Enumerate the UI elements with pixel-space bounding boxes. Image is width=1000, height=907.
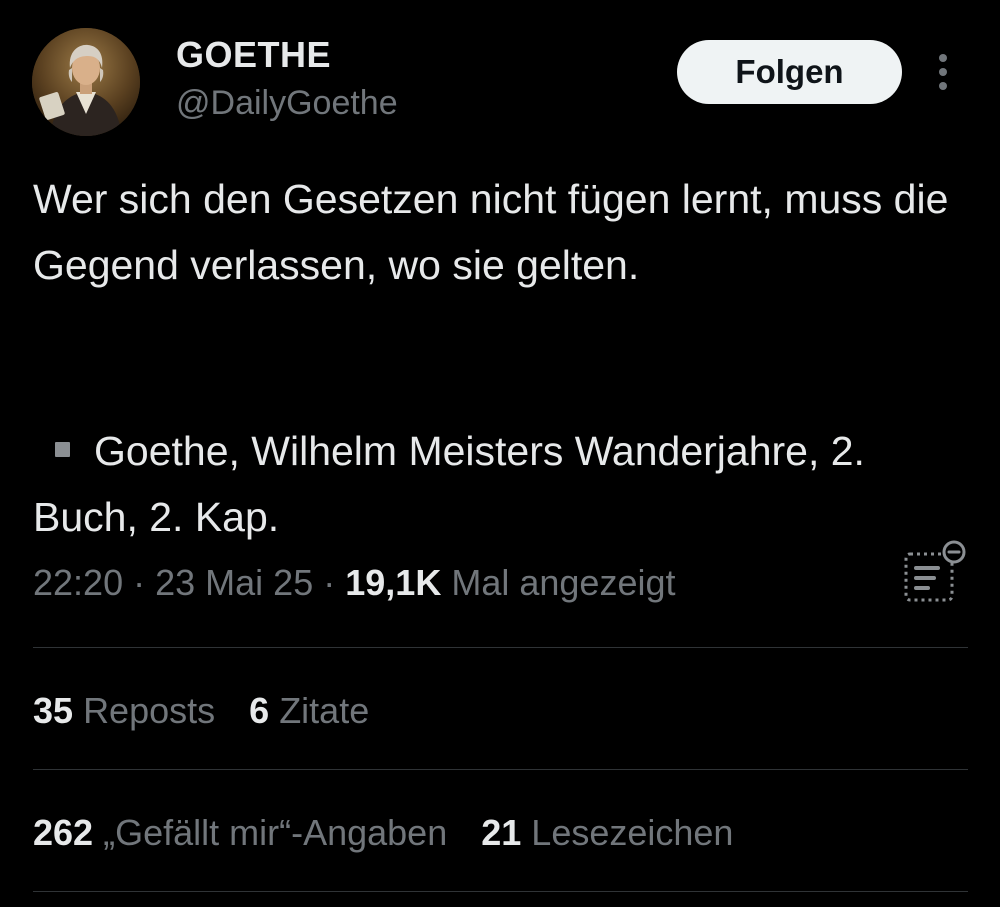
divider — [33, 891, 968, 892]
quotes-count: 6 — [249, 690, 270, 731]
views-label: Mal angezeigt — [451, 562, 676, 603]
divider — [33, 647, 968, 648]
follow-button[interactable]: Folgen — [677, 40, 902, 104]
divider — [33, 769, 968, 770]
bookmarks-label: Lesezeichen — [531, 812, 734, 853]
vertical-ellipsis-icon — [939, 54, 947, 90]
meta-separator: · — [323, 562, 336, 603]
bookmarks-count: 21 — [481, 812, 522, 853]
post-time[interactable]: 22:20 — [33, 562, 123, 603]
reposts-link[interactable]: 35 Reposts — [33, 690, 215, 731]
tweet-meta: 22:20 · 23 Mai 25 · 19,1K Mal angezeigt — [33, 562, 676, 604]
portrait-avatar-icon — [32, 28, 140, 136]
meta-separator: · — [133, 562, 146, 603]
likes-label: „Gefällt mir“-Angaben — [103, 812, 448, 853]
bookmarks-link[interactable]: 21 Lesezeichen — [481, 812, 733, 853]
post-analytics-icon — [904, 540, 966, 602]
more-options-button[interactable] — [928, 50, 958, 94]
display-name[interactable]: GOETHE — [176, 34, 331, 76]
tweet-text: Wer sich den Gesetzen nicht fügen lernt,… — [33, 176, 949, 288]
likes-link[interactable]: 262 „Gefällt mir“-Angaben — [33, 812, 447, 853]
post-date[interactable]: 23 Mai 25 — [155, 562, 313, 603]
reposts-count: 35 — [33, 690, 74, 731]
views-count: 19,1K — [345, 562, 442, 603]
quotes-label: Zitate — [279, 690, 370, 731]
reposts-quotes-row: 35 Reposts 6 Zitate — [33, 690, 369, 732]
user-handle[interactable]: @DailyGoethe — [176, 84, 398, 123]
avatar[interactable] — [32, 28, 140, 136]
source-text: Goethe, Wilhelm Meisters Wanderjahre, 2.… — [33, 428, 865, 540]
likes-count: 262 — [33, 812, 94, 853]
likes-bookmarks-row: 262 „Gefällt mir“-Angaben 21 Lesezeichen — [33, 812, 733, 854]
tweet-source: Goethe, Wilhelm Meisters Wanderjahre, 2.… — [33, 418, 973, 550]
reposts-label: Reposts — [83, 690, 216, 731]
quotes-link[interactable]: 6 Zitate — [249, 690, 369, 731]
post-analytics-button[interactable] — [898, 540, 968, 606]
square-bullet-icon — [55, 442, 70, 457]
